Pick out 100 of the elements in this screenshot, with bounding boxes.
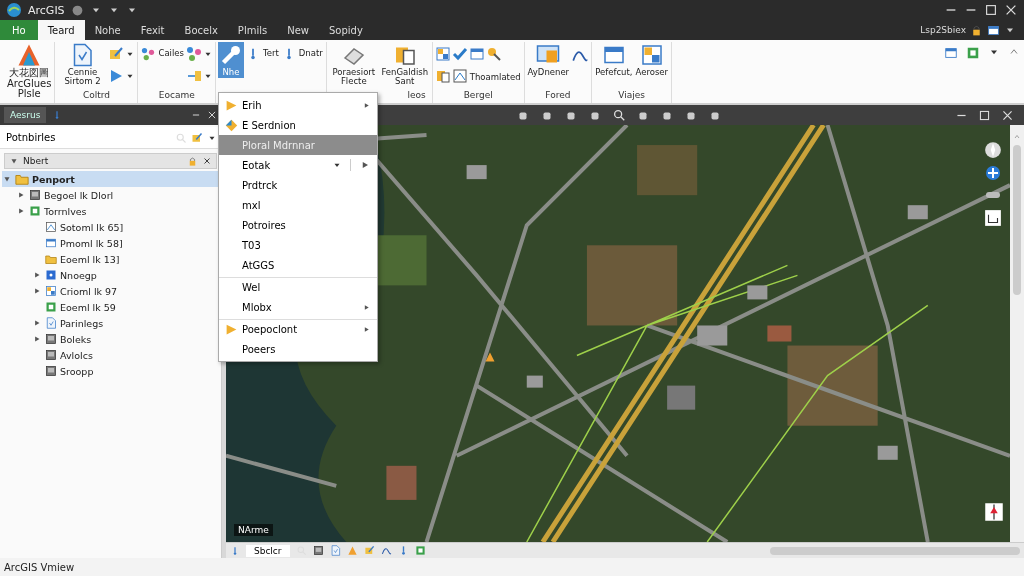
menu-item[interactable]: Poepoclont (219, 319, 377, 339)
menu-item[interactable]: Eotak (219, 155, 377, 175)
tree-item[interactable]: Pmoml lk 58] (2, 235, 219, 251)
layer-icon (45, 221, 57, 233)
square-icon (29, 205, 41, 217)
tree-item[interactable]: Nnoegp (2, 267, 219, 283)
tree-item[interactable]: Crioml lk 97 (2, 283, 219, 299)
image-icon (45, 349, 57, 361)
ribbon-tab[interactable]: New (277, 20, 319, 40)
curve-icon[interactable] (380, 545, 392, 556)
ribbon-button[interactable]: Dnatr (280, 46, 324, 62)
close-icon[interactable] (1004, 3, 1018, 17)
tree-item[interactable]: Boleks (2, 331, 219, 347)
collapse-icon[interactable] (9, 156, 19, 166)
document-icon (45, 317, 57, 329)
tree-item[interactable]: Eoeml lk 13] (2, 251, 219, 267)
compass-icon[interactable] (984, 141, 1002, 159)
group-label: Fored (544, 90, 572, 102)
tree-item[interactable]: Avlolcs (2, 347, 219, 363)
menu-item[interactable]: AtGGS (219, 255, 377, 275)
tree-item[interactable]: Eoeml lk 59 (2, 299, 219, 315)
ribbon-button[interactable]: FenGaldish Sant (379, 42, 430, 88)
triangle-icon (225, 98, 238, 112)
edit-icon[interactable] (191, 131, 203, 144)
bottom-tab[interactable]: Sbclcr (246, 544, 290, 557)
layer-icon[interactable] (451, 68, 468, 84)
menu-item[interactable]: T03 (219, 235, 377, 255)
menu-item[interactable]: E Serdnion (219, 115, 377, 135)
ribbon-tab[interactable]: Sopidy (319, 20, 373, 40)
status-text: ArcGIS Vmiew (4, 561, 75, 573)
ribbon-button[interactable]: Cennie Sirtom 2 (57, 42, 108, 88)
pane-tab[interactable]: Aesrus (4, 107, 47, 123)
ribbon-button[interactable]: Aeroser (634, 42, 670, 79)
scale-icon[interactable] (984, 209, 1002, 227)
marker-icon (484, 351, 496, 363)
window-icon[interactable] (468, 46, 485, 62)
tree-item[interactable]: Torrnlves (2, 203, 219, 219)
ribbon-tab[interactable]: Ho (0, 20, 38, 40)
menu-item[interactable]: Wel (219, 277, 377, 297)
menu-item[interactable]: Potroires (219, 215, 377, 235)
document-icon[interactable] (434, 68, 451, 84)
close-icon[interactable] (207, 110, 217, 120)
ribbon-button[interactable]: Cailes (140, 46, 185, 62)
ribbon-tab[interactable]: Nohe (84, 20, 131, 40)
ribbon-tab[interactable]: Bocelx (174, 20, 228, 40)
window-title: ArcGIS (28, 3, 65, 17)
layout-icon[interactable] (987, 23, 1000, 37)
tree-item[interactable]: Begoel lk Dlorl (2, 187, 219, 203)
app-logo-icon (6, 2, 22, 18)
ribbon-button[interactable]: Thoamlated (468, 72, 522, 84)
tree-item[interactable]: Parinlegs (2, 315, 219, 331)
menu-item[interactable]: Erih (219, 95, 377, 115)
header-label: Nbert (23, 156, 50, 166)
ribbon-button[interactable]: AyDnener (526, 42, 571, 79)
tree-item[interactable]: Penport (2, 171, 219, 187)
ribbon-button[interactable]: Tert (245, 46, 280, 62)
search-icon[interactable] (612, 108, 626, 122)
close-icon[interactable] (1001, 108, 1014, 122)
ribbon-tab[interactable]: Fexit (130, 20, 175, 40)
close-icon[interactable] (202, 156, 212, 166)
ribbon-tab[interactable]: Teard (37, 20, 85, 40)
image-icon (45, 333, 57, 345)
nodes-icon (141, 47, 156, 61)
maximize-icon[interactable] (978, 108, 991, 122)
menu-item[interactable]: Poeers (219, 339, 377, 359)
image-icon[interactable] (312, 545, 324, 556)
search-bar[interactable]: Potnbirles (0, 127, 221, 149)
square-icon (45, 269, 57, 281)
vertical-scrollbar[interactable] (1010, 125, 1024, 542)
edit-icon[interactable] (363, 545, 375, 556)
scale-bar: NArme (234, 524, 273, 536)
submenu-arrow-icon (362, 325, 371, 334)
nodes-icon[interactable] (186, 46, 202, 62)
menu-item[interactable]: mxl (219, 195, 377, 215)
group-label: Eocame (157, 90, 196, 102)
square-icon (45, 301, 57, 313)
scroll-thumb[interactable] (1013, 145, 1021, 295)
ribbon-button[interactable]: 大花図圖 ArcGlues Plsle (6, 42, 53, 101)
horizontal-scrollbar[interactable] (770, 546, 1020, 555)
group-label: Bergel (462, 90, 494, 102)
edit-icon[interactable] (108, 46, 125, 62)
window-icon (45, 237, 57, 249)
checkmark-icon[interactable] (451, 46, 468, 62)
ribbon-button[interactable]: Pefefcut, (594, 42, 634, 79)
menu-item[interactable]: Prdtrck (219, 175, 377, 195)
wrench-icon (219, 43, 243, 67)
tree-item[interactable]: Sroopp (2, 363, 219, 379)
tree-item[interactable]: Sotoml lk 65] (2, 219, 219, 235)
search-field[interactable]: Potnbirles (4, 131, 171, 144)
maximize-icon[interactable] (984, 3, 998, 17)
ribbon-tab[interactable]: Plmils (227, 20, 278, 40)
triangle-icon (225, 323, 238, 336)
user-name: Lsp2Sbiex (920, 25, 966, 35)
triangle-icon (17, 43, 42, 67)
table-icon (639, 43, 664, 67)
group-label: Coltrd (81, 90, 111, 102)
square-icon[interactable] (414, 545, 426, 556)
menu-item[interactable]: Mlobx (219, 297, 377, 317)
ribbon-button[interactable]: Poraesiort Flecte (328, 42, 379, 88)
image-icon (45, 365, 57, 377)
